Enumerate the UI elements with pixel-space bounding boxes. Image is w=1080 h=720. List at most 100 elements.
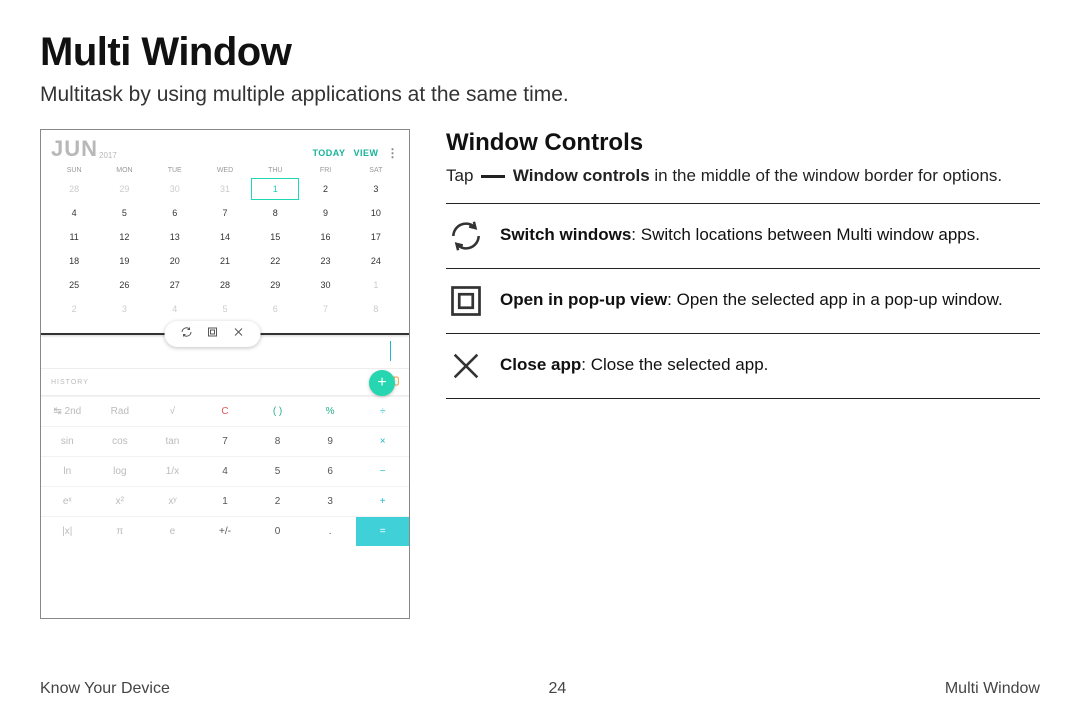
calendar-day[interactable]: 28 <box>200 273 250 297</box>
calendar-day[interactable]: 11 <box>49 225 99 249</box>
calc-key[interactable]: sin <box>41 426 94 456</box>
footer-topic: Multi Window <box>945 680 1040 698</box>
calendar-day[interactable]: 31 <box>200 177 250 201</box>
calc-key[interactable]: ( ) <box>251 396 304 426</box>
footer-section: Know Your Device <box>40 680 170 698</box>
feature-close-app: Close app: Close the selected app. <box>446 333 1040 399</box>
calendar-day[interactable]: 17 <box>351 225 401 249</box>
calc-key[interactable]: ↹ 2nd <box>41 396 94 426</box>
calc-key[interactable]: log <box>94 456 147 486</box>
calc-key[interactable]: x² <box>94 486 147 516</box>
device-screenshot: JUN 2017 TODAY VIEW ⋮ SUNMONTUEWEDTHUFRI… <box>40 129 410 619</box>
window-handle-icon <box>481 175 505 178</box>
calendar-day[interactable]: 24 <box>351 249 401 273</box>
calendar-day[interactable]: 30 <box>300 273 350 297</box>
calendar-day[interactable]: 26 <box>99 273 149 297</box>
calc-key[interactable]: √ <box>146 396 199 426</box>
calendar-view-button[interactable]: VIEW <box>353 148 378 158</box>
feature-popup-view: Open in pop-up view: Open the selected a… <box>446 268 1040 333</box>
calendar-day[interactable]: 4 <box>150 297 200 321</box>
more-icon[interactable]: ⋮ <box>387 146 400 160</box>
calc-key[interactable]: ÷ <box>356 396 409 426</box>
calc-key[interactable]: . <box>304 516 357 546</box>
calendar-day[interactable]: 8 <box>351 297 401 321</box>
calendar-day[interactable]: 2 <box>49 297 99 321</box>
calc-key[interactable]: = <box>356 516 409 546</box>
calendar-day[interactable]: 1 <box>351 273 401 297</box>
calendar-day[interactable]: 3 <box>351 177 401 201</box>
calc-key[interactable]: eˣ <box>41 486 94 516</box>
calc-key[interactable]: 2 <box>251 486 304 516</box>
calendar-month: JUN <box>51 136 98 162</box>
calculator-display[interactable] <box>41 335 409 369</box>
calendar-day[interactable]: 6 <box>250 297 300 321</box>
calc-key[interactable]: 0 <box>251 516 304 546</box>
calendar-day[interactable]: 4 <box>49 201 99 225</box>
calc-key[interactable]: tan <box>146 426 199 456</box>
calendar-day[interactable]: 6 <box>150 201 200 225</box>
calc-key[interactable]: 6 <box>304 456 357 486</box>
calendar-day[interactable]: 25 <box>49 273 99 297</box>
calc-key[interactable]: C <box>199 396 252 426</box>
calendar-day[interactable]: 3 <box>99 297 149 321</box>
calendar-day[interactable]: 5 <box>200 297 250 321</box>
calendar-day[interactable]: 22 <box>250 249 300 273</box>
calendar-day[interactable]: 14 <box>200 225 250 249</box>
calendar-day[interactable]: 29 <box>99 177 149 201</box>
calendar-day[interactable]: 16 <box>300 225 350 249</box>
calendar-dow: WED <box>200 164 250 177</box>
calc-key[interactable]: 8 <box>251 426 304 456</box>
popup-view-icon <box>446 281 486 321</box>
calc-key[interactable]: − <box>356 456 409 486</box>
calendar-day[interactable]: 5 <box>99 201 149 225</box>
calc-key[interactable]: 1 <box>199 486 252 516</box>
calendar-day[interactable]: 20 <box>150 249 200 273</box>
calendar-day[interactable]: 19 <box>99 249 149 273</box>
calendar-dow: FRI <box>300 164 350 177</box>
calc-key[interactable]: 7 <box>199 426 252 456</box>
calendar-day[interactable]: 10 <box>351 201 401 225</box>
add-event-button[interactable]: + <box>369 370 395 396</box>
calendar-day[interactable]: 28 <box>49 177 99 201</box>
calc-key[interactable]: cos <box>94 426 147 456</box>
calendar-day[interactable]: 15 <box>250 225 300 249</box>
calc-key[interactable]: ln <box>41 456 94 486</box>
calc-key[interactable]: e <box>146 516 199 546</box>
calendar-day[interactable]: 7 <box>200 201 250 225</box>
calc-key[interactable]: × <box>356 426 409 456</box>
calc-key[interactable]: % <box>304 396 357 426</box>
calendar-day[interactable]: 30 <box>150 177 200 201</box>
calc-key[interactable]: 3 <box>304 486 357 516</box>
page-footer: Know Your Device 24 Multi Window <box>40 680 1040 698</box>
page-subtitle: Multitask by using multiple applications… <box>40 83 1040 107</box>
calendar-day[interactable]: 23 <box>300 249 350 273</box>
calendar-dow: THU <box>250 164 300 177</box>
calendar-day[interactable]: 29 <box>250 273 300 297</box>
calc-key[interactable]: xʸ <box>146 486 199 516</box>
calendar-day[interactable]: 21 <box>200 249 250 273</box>
calc-key[interactable]: |x| <box>41 516 94 546</box>
calc-key[interactable]: 1/x <box>146 456 199 486</box>
calendar-dow: TUE <box>150 164 200 177</box>
calendar-day[interactable]: 7 <box>300 297 350 321</box>
calendar-day[interactable]: 13 <box>150 225 200 249</box>
calc-key[interactable]: +/- <box>199 516 252 546</box>
calc-key[interactable]: Rad <box>94 396 147 426</box>
calc-key[interactable]: 4 <box>199 456 252 486</box>
calendar-day[interactable]: 1 <box>250 177 300 201</box>
section-intro: Tap Window controls in the middle of the… <box>446 163 1040 189</box>
calendar-day[interactable]: 18 <box>49 249 99 273</box>
calendar-day[interactable]: 27 <box>150 273 200 297</box>
calc-key[interactable]: 5 <box>251 456 304 486</box>
calendar-day[interactable]: 9 <box>300 201 350 225</box>
calendar-day[interactable]: 12 <box>99 225 149 249</box>
calc-key[interactable]: + <box>356 486 409 516</box>
section-heading: Window Controls <box>446 129 1040 157</box>
close-icon <box>446 346 486 386</box>
calculator-history-label[interactable]: HISTORY <box>51 379 89 386</box>
calendar-day[interactable]: 2 <box>300 177 350 201</box>
calendar-day[interactable]: 8 <box>250 201 300 225</box>
calc-key[interactable]: 9 <box>304 426 357 456</box>
calendar-today-button[interactable]: TODAY <box>312 148 345 158</box>
calc-key[interactable]: π <box>94 516 147 546</box>
